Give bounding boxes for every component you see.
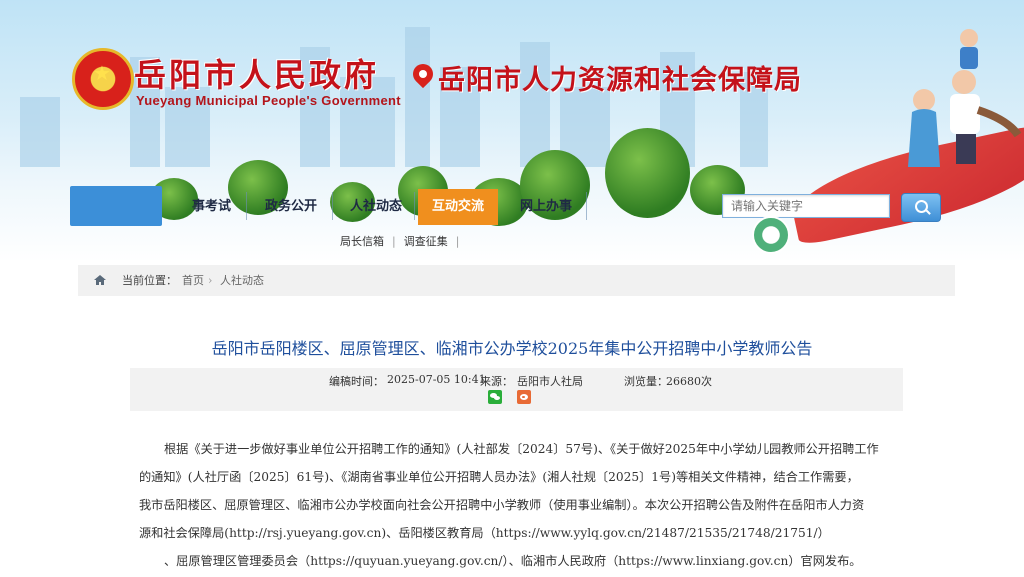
nav-divider [414,192,415,220]
nav-item-news[interactable]: 人社动态 [340,194,412,220]
skyline-building [405,27,430,167]
breadcrumb-home-link[interactable]: 首页 [182,265,204,296]
meta-source: 岳阳市人社局 [517,375,583,388]
nav-home-tab[interactable] [70,186,162,226]
subnav-item-survey[interactable]: 调查征集 [404,235,448,248]
meta-date: 2025-07-05 10:41 [387,373,486,386]
article-line: 源和社会保障局(http://rsj.yueyang.gov.cn)、岳阳楼区教… [139,526,830,540]
breadcrumb-label: 当前位置： [122,274,177,287]
article-line: 的通知》(人社厅函〔2025〕61号)、《湖南省事业单位公开招聘人员办法》(湘人… [139,470,859,484]
article-line: 我市岳阳楼区、屈原管理区、临湘市公办学校面向社会公开招聘中小学教师（使用事业编制… [139,498,865,512]
weibo-share-icon[interactable] [517,390,531,404]
nav-divider [586,192,587,220]
nav-item-exams[interactable]: 事考试 [182,194,241,220]
nav-divider [332,192,333,220]
nav-item-interaction[interactable]: 互动交流 [418,189,499,225]
breadcrumb-news-link[interactable]: 人社动态 [220,265,264,296]
search-input[interactable] [722,194,890,218]
meta-date-label: 编稿时间： [329,375,384,388]
meta-views: 26680次 [666,375,712,388]
wechat-share-icon[interactable] [488,390,502,404]
subnav-divider: | [455,235,460,248]
sub-nav: 局长信箱 | 调查征集 | [336,233,463,249]
national-emblem-icon: ★ [72,48,134,110]
family-illustration [908,29,1022,167]
nav-item-government[interactable]: 政务公开 [255,194,327,220]
nav-divider [246,192,247,220]
article-meta: 编稿时间： 2025-07-05 10:41 来源： 岳阳市人社局 浏览量： 2… [130,368,903,411]
nav-item-online-service[interactable]: 网上办事 [510,194,582,220]
skyline-building [20,97,60,167]
meta-source-label: 来源： [480,375,513,388]
article-line: 根据《关于进一步做好事业单位公开招聘工作的通知》(人社部发〔2024〕57号)、… [164,442,879,456]
meta-views-label: 浏览量： [624,375,668,388]
hrss-logo-icon [752,216,790,254]
subnav-item-director-mailbox[interactable]: 局长信箱 [340,235,384,248]
subnav-divider: | [392,235,396,248]
article-line: 、屈原管理区管理委员会（https://quyuan.yueyang.gov.c… [164,554,862,568]
breadcrumb: 当前位置： 首页 › 人社动态 [78,265,955,296]
dept-title[interactable]: 岳阳市人力资源和社会保障局 [438,58,802,97]
gov-subtitle: Yueyang Municipal People's Government [136,93,401,108]
home-icon [94,275,106,285]
gov-title[interactable]: 岳阳市人民政府 [134,50,379,96]
breadcrumb-chevron-icon: › [208,274,213,287]
search-button[interactable] [901,193,941,222]
article-title: 岳阳市岳阳楼区、屈原管理区、临湘市公办学校2025年集中公开招聘中小学教师公告 [211,339,813,358]
